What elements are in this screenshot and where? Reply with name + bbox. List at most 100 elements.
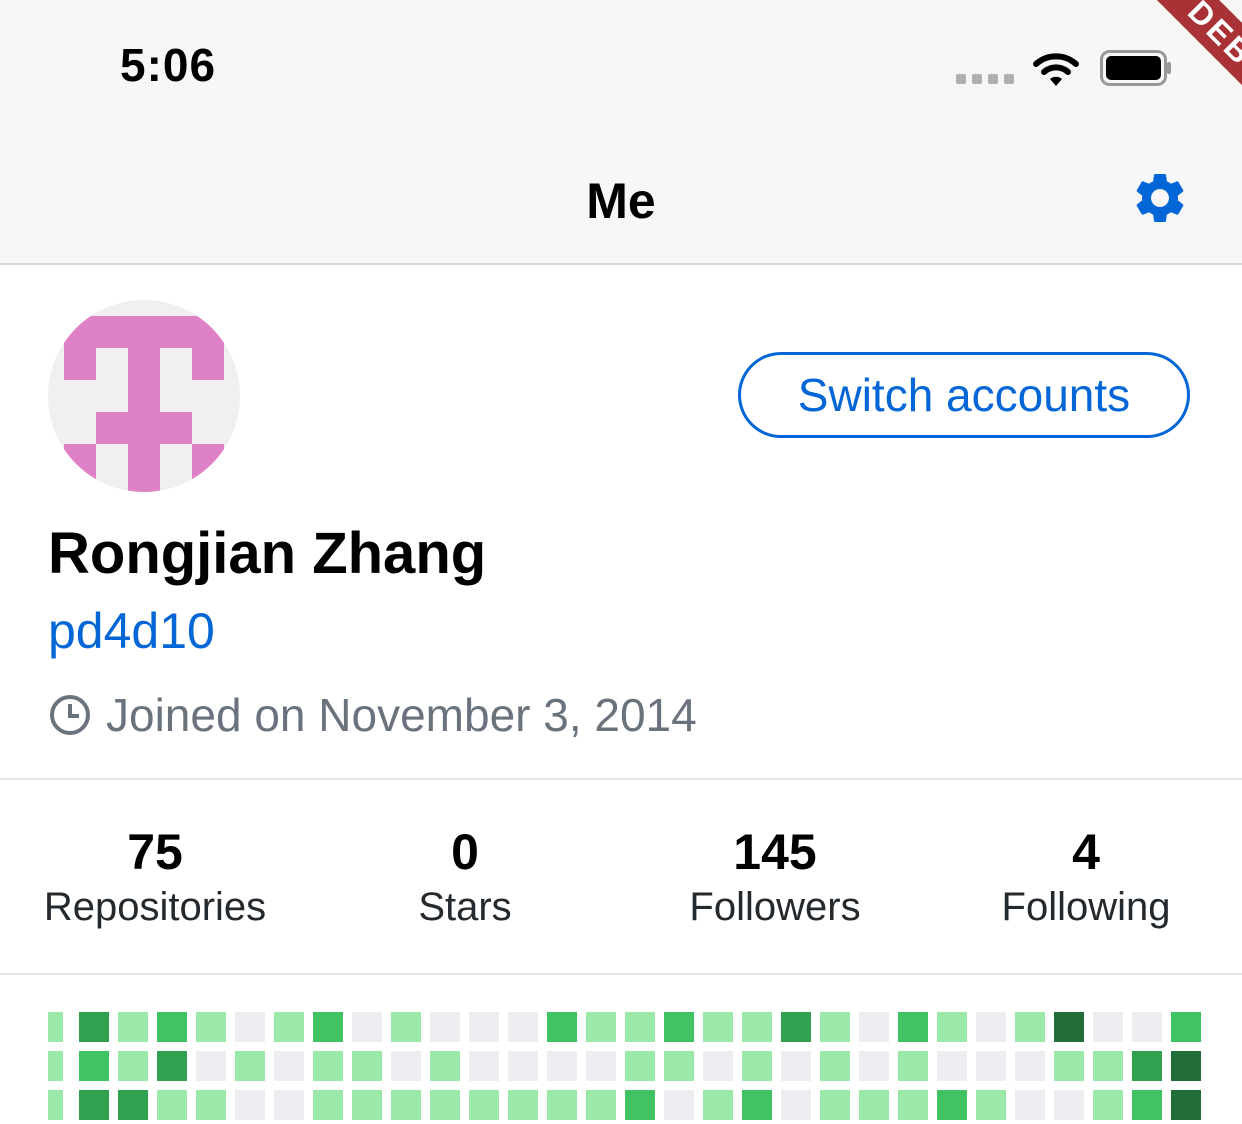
wifi-icon [1033, 53, 1079, 86]
contribution-cell [547, 1051, 577, 1081]
contribution-cell [1015, 1012, 1045, 1042]
stat-label: Repositories [43, 885, 267, 929]
contribution-cell [781, 1090, 811, 1120]
stat-followers[interactable]: 145 Followers [640, 822, 910, 932]
contribution-cell [586, 1051, 616, 1081]
contribution-cell [898, 1090, 928, 1120]
contribution-cell [391, 1090, 421, 1120]
identicon-avatar [64, 316, 224, 492]
contribution-cell [625, 1051, 655, 1081]
contribution-cell [430, 1090, 460, 1120]
contribution-cell [703, 1090, 733, 1120]
contribution-cell [469, 1051, 499, 1081]
contribution-cell [508, 1051, 538, 1081]
contribution-cell [1015, 1090, 1045, 1120]
contribution-cell [274, 1090, 304, 1120]
divider [0, 778, 1242, 780]
page-title: Me [586, 173, 656, 229]
contribution-cell [664, 1012, 694, 1042]
contribution-cell [157, 1051, 187, 1081]
joined-date: Joined on November 3, 2014 [48, 688, 697, 742]
clock-icon [50, 695, 90, 735]
contribution-cell [274, 1012, 304, 1042]
divider [0, 973, 1242, 975]
contribution-cell [79, 1090, 109, 1120]
contribution-cell [547, 1012, 577, 1042]
contribution-cell [430, 1012, 460, 1042]
contribution-cell [79, 1051, 109, 1081]
contribution-cell [820, 1012, 850, 1042]
contribution-cell [118, 1051, 148, 1081]
contribution-cell [48, 1090, 63, 1120]
stat-count: 4 [1072, 824, 1100, 880]
contribution-cell [781, 1051, 811, 1081]
contribution-cell [586, 1012, 616, 1042]
contribution-cell [1171, 1012, 1201, 1042]
contribution-cell [469, 1090, 499, 1120]
contribution-cell [157, 1012, 187, 1042]
contribution-cell [664, 1051, 694, 1081]
stat-repositories[interactable]: 75 Repositories [20, 822, 290, 932]
contribution-cell [703, 1051, 733, 1081]
contribution-cell [859, 1051, 889, 1081]
contribution-cell [352, 1090, 382, 1120]
contribution-cell [1054, 1012, 1084, 1042]
battery-icon [1100, 50, 1171, 86]
contribution-cell [430, 1051, 460, 1081]
contribution-cell [664, 1090, 694, 1120]
stat-stars[interactable]: 0 Stars [330, 822, 600, 932]
contribution-cell [118, 1012, 148, 1042]
navigation-bar: Me [0, 130, 1242, 265]
contribution-cell [313, 1051, 343, 1081]
contribution-cell [976, 1090, 1006, 1120]
contribution-cell [196, 1090, 226, 1120]
contribution-cell [625, 1090, 655, 1120]
contribution-cell [1093, 1051, 1123, 1081]
profile-name: Rongjian Zhang [48, 521, 487, 586]
contribution-cell [1132, 1012, 1162, 1042]
avatar[interactable] [48, 300, 240, 492]
contribution-cell [196, 1051, 226, 1081]
contribution-cell [391, 1012, 421, 1042]
contribution-cell [937, 1051, 967, 1081]
joined-text: Joined on November 3, 2014 [106, 689, 697, 741]
stat-count: 75 [127, 824, 183, 880]
contribution-cell [196, 1012, 226, 1042]
contribution-cell [625, 1012, 655, 1042]
contribution-cell [976, 1051, 1006, 1081]
contribution-cell [1015, 1051, 1045, 1081]
contribution-cell [859, 1012, 889, 1042]
contribution-cell [937, 1090, 967, 1120]
contribution-cell [48, 1051, 63, 1081]
contribution-cell [508, 1012, 538, 1042]
status-bar: 5:06 [0, 0, 1242, 130]
signal-dots-icon [956, 74, 1014, 86]
contribution-cell [1132, 1090, 1162, 1120]
status-time: 5:06 [120, 39, 217, 91]
contribution-cell [1093, 1090, 1123, 1120]
contribution-cell [1054, 1090, 1084, 1120]
contribution-cell [352, 1051, 382, 1081]
switch-accounts-button[interactable]: Switch accounts [738, 352, 1190, 438]
contribution-cell [469, 1012, 499, 1042]
profile-login-link[interactable]: pd4d10 [48, 602, 215, 660]
contribution-cell [235, 1051, 265, 1081]
contribution-cell [118, 1090, 148, 1120]
contribution-cell [976, 1012, 1006, 1042]
contribution-cell [586, 1090, 616, 1120]
contribution-cell [781, 1012, 811, 1042]
gear-icon[interactable] [1130, 168, 1190, 228]
stat-label: Stars [418, 885, 512, 929]
contribution-cell [937, 1012, 967, 1042]
contribution-cell [157, 1090, 187, 1120]
contribution-cell [820, 1051, 850, 1081]
stat-label: Followers [689, 885, 861, 929]
stat-following[interactable]: 4 Following [951, 822, 1221, 932]
contribution-cell [898, 1051, 928, 1081]
contribution-cell [235, 1012, 265, 1042]
contribution-cell [391, 1051, 421, 1081]
contribution-cell [1132, 1051, 1162, 1081]
stat-label: Following [1001, 885, 1171, 929]
contribution-cell [48, 1012, 63, 1042]
contribution-cell [313, 1012, 343, 1042]
